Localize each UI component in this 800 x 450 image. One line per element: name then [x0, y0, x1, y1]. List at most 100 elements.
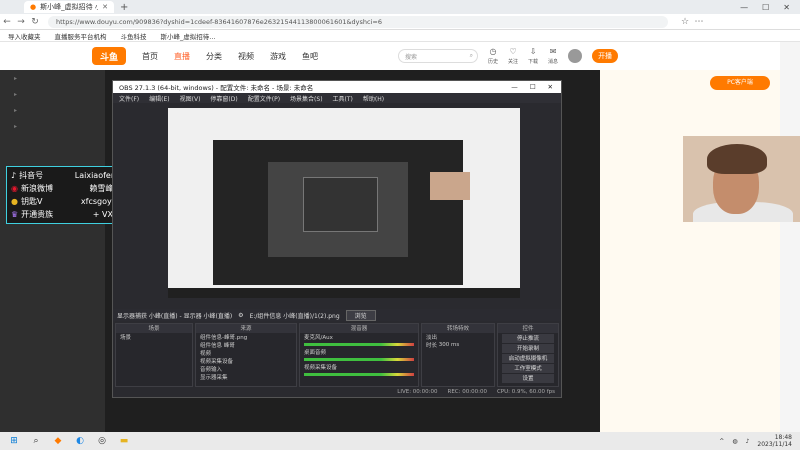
info-row: ♛ 开通贵族 + VX群	[11, 210, 121, 219]
studio-mode-button[interactable]: 工作室模式	[502, 364, 554, 373]
nested-taskbar	[168, 288, 520, 298]
sidebar-item[interactable]: ▸	[0, 70, 105, 86]
left-sidebar: ▸ ▸ ▸ ▸	[0, 70, 105, 432]
reload-icon[interactable]: ↻	[28, 17, 42, 27]
system-tray: ^ ◍ ♪ 18:48 2023/11/14	[719, 434, 800, 448]
virtual-camera-button[interactable]: 启动虚拟摄像机	[502, 354, 554, 363]
nested-webcam	[430, 172, 470, 200]
obs-menu-item[interactable]: 编辑(E)	[149, 94, 169, 103]
info-row: ♪ 抖音号 Laixiaofeng	[11, 171, 121, 180]
nav-game[interactable]: 游戏	[270, 51, 286, 62]
url-input[interactable]: https://www.douyu.com/909836?dyshid=1cde…	[48, 15, 668, 28]
avatar[interactable]	[568, 49, 583, 63]
nav-video[interactable]: 视频	[238, 51, 254, 62]
star-icon[interactable]: ☆	[678, 17, 692, 27]
douyu-logo[interactable]: 斗鱼	[92, 47, 126, 65]
info-row: ● 钥匙V xfcsgoys1	[11, 197, 121, 206]
obs-menu-item[interactable]: 停靠窗(D)	[210, 94, 237, 103]
taskbar-browser-icon[interactable]: ◐	[72, 435, 88, 447]
maximize-icon[interactable]: ☐	[762, 3, 769, 12]
bookmark-item[interactable]: 直播服务平台机构	[55, 31, 107, 41]
obs-menu-item[interactable]: 工具(T)	[333, 94, 353, 103]
extensions-icon[interactable]: ⋯	[692, 17, 706, 27]
obs-window: OBS 27.1.3 (64-bit, windows) - 配置文件: 未命名…	[112, 80, 562, 398]
gear-icon[interactable]: ⚙	[238, 312, 243, 319]
windows-taskbar: ⊞ ⌕ ◆ ◐ ◎ ▬ ^ ◍ ♪ 18:48 2023/11/14	[0, 432, 800, 450]
right-info-panel: PC客户端	[600, 70, 780, 432]
start-stream-button[interactable]: 开播	[592, 49, 619, 63]
bookmark-item[interactable]: 斯小峰_虚拟招待...	[161, 31, 216, 41]
obs-maximize-icon[interactable]: ☐	[530, 83, 536, 91]
source-item[interactable]: 视频采集设备	[196, 357, 296, 365]
browser-tab[interactable]: ● 斯小峰_虚拟招待 小峰直播间 斗鱼 ✕	[24, 1, 114, 13]
taskbar-search-icon[interactable]: ⌕	[28, 435, 44, 447]
douyin-icon: ♪	[11, 171, 17, 180]
audio-meter[interactable]	[304, 343, 414, 346]
taskbar-clock[interactable]: 18:48 2023/11/14	[757, 434, 792, 448]
tab-close-icon[interactable]: ✕	[102, 3, 108, 11]
obs-source-toolbar: 显示器捕获 小峰(直播) - 显示器 小峰(直播) ⚙ E:/组件信息 小峰(直…	[113, 309, 561, 321]
audio-meter[interactable]	[304, 358, 414, 361]
browser-tab-bar: ● 斯小峰_虚拟招待 小峰直播间 斗鱼 ✕ + — ☐ ✕	[0, 0, 800, 14]
bookmark-item[interactable]: 导入收藏夹	[8, 31, 41, 41]
taskbar-obs-icon[interactable]: ◎	[94, 435, 110, 447]
douyu-header: 斗鱼 首页 直播 分类 视频 游戏 鱼吧 搜索 ⌕ ◷ 历史 ♡ 关注 ⇩ 下载 ✉ 消…	[0, 42, 780, 70]
nested-obs-preview	[268, 162, 408, 257]
forward-icon[interactable]: →	[14, 17, 28, 27]
source-item[interactable]: 组件信息-峰哥.png	[196, 333, 296, 341]
back-icon[interactable]: ←	[0, 17, 14, 27]
duration-input[interactable]: 300 ms	[439, 342, 459, 348]
minimize-icon[interactable]: —	[740, 3, 748, 12]
search-input[interactable]: 搜索 ⌕	[398, 49, 478, 63]
windows-start-icon[interactable]: ⊞	[6, 435, 22, 447]
sidebar-item[interactable]: ▸	[0, 86, 105, 102]
tray-chevron-up-icon[interactable]: ^	[719, 438, 724, 445]
bookmark-item[interactable]: 斗鱼科技	[121, 31, 147, 41]
follow-icon[interactable]: ♡ 关注	[508, 47, 518, 65]
bookmarks-bar: 导入收藏夹 直播服务平台机构 斗鱼科技 斯小峰_虚拟招待...	[0, 30, 800, 42]
source-item[interactable]: 组件信息 峰哥	[196, 341, 296, 349]
mixer-dock: 混音器 麦克风/Aux 桌面音频 视频采集设备	[299, 323, 419, 387]
pc-client-button[interactable]: PC客户端	[710, 76, 770, 90]
address-bar-row: ← → ↻ https://www.douyu.com/909836?dyshi…	[0, 14, 800, 30]
network-icon[interactable]: ◍	[732, 438, 737, 445]
source-item[interactable]: 视频	[196, 349, 296, 357]
taskbar-folder-icon[interactable]: ▬	[116, 435, 132, 447]
taskbar-app-icon[interactable]: ◆	[50, 435, 66, 447]
nav-yuba[interactable]: 鱼吧	[302, 51, 318, 62]
obs-preview[interactable]	[168, 108, 520, 298]
obs-minimize-icon[interactable]: —	[511, 83, 518, 91]
obs-close-icon[interactable]: ✕	[548, 83, 553, 91]
sidebar-item[interactable]: ▸	[0, 118, 105, 134]
download-icon[interactable]: ⇩ 下载	[528, 47, 538, 65]
scene-item[interactable]: 场景	[116, 333, 192, 341]
controls-dock: 控件 停止推流 开始录制 启动虚拟摄像机 工作室模式 设置	[497, 323, 559, 387]
browse-button[interactable]: 浏览	[345, 309, 376, 321]
volume-icon[interactable]: ♪	[746, 438, 750, 445]
transitions-dock: 转场特效 淡出 时长 300 ms	[421, 323, 495, 387]
page-scrollbar[interactable]	[780, 42, 800, 432]
transition-select[interactable]: 淡出	[422, 333, 494, 341]
close-window-icon[interactable]: ✕	[783, 3, 790, 12]
search-icon[interactable]: ⌕	[470, 52, 473, 60]
nav-live[interactable]: 直播	[174, 51, 190, 62]
history-icon[interactable]: ◷ 历史	[488, 47, 498, 65]
obs-menu-item[interactable]: 帮助(H)	[363, 94, 384, 103]
audio-meter[interactable]	[304, 373, 414, 376]
start-recording-button[interactable]: 开始录制	[502, 344, 554, 353]
nav-category[interactable]: 分类	[206, 51, 222, 62]
nested-obs-preview-inner	[303, 177, 378, 232]
new-tab-icon[interactable]: +	[120, 2, 128, 13]
message-icon[interactable]: ✉ 消息	[548, 47, 558, 65]
obs-menu-item[interactable]: 视图(V)	[180, 94, 201, 103]
obs-menu-item[interactable]: 场景集合(S)	[290, 94, 323, 103]
source-item[interactable]: 音频输入	[196, 365, 296, 373]
settings-button[interactable]: 设置	[502, 374, 554, 383]
sidebar-item[interactable]: ▸	[0, 102, 105, 118]
nav-home[interactable]: 首页	[142, 51, 158, 62]
source-item[interactable]: 显示器采集	[196, 373, 296, 381]
webcam-person-hair	[707, 144, 767, 174]
obs-menu-item[interactable]: 文件(F)	[119, 94, 139, 103]
stop-streaming-button[interactable]: 停止推流	[502, 334, 554, 343]
obs-menu-item[interactable]: 配置文件(P)	[248, 94, 280, 103]
